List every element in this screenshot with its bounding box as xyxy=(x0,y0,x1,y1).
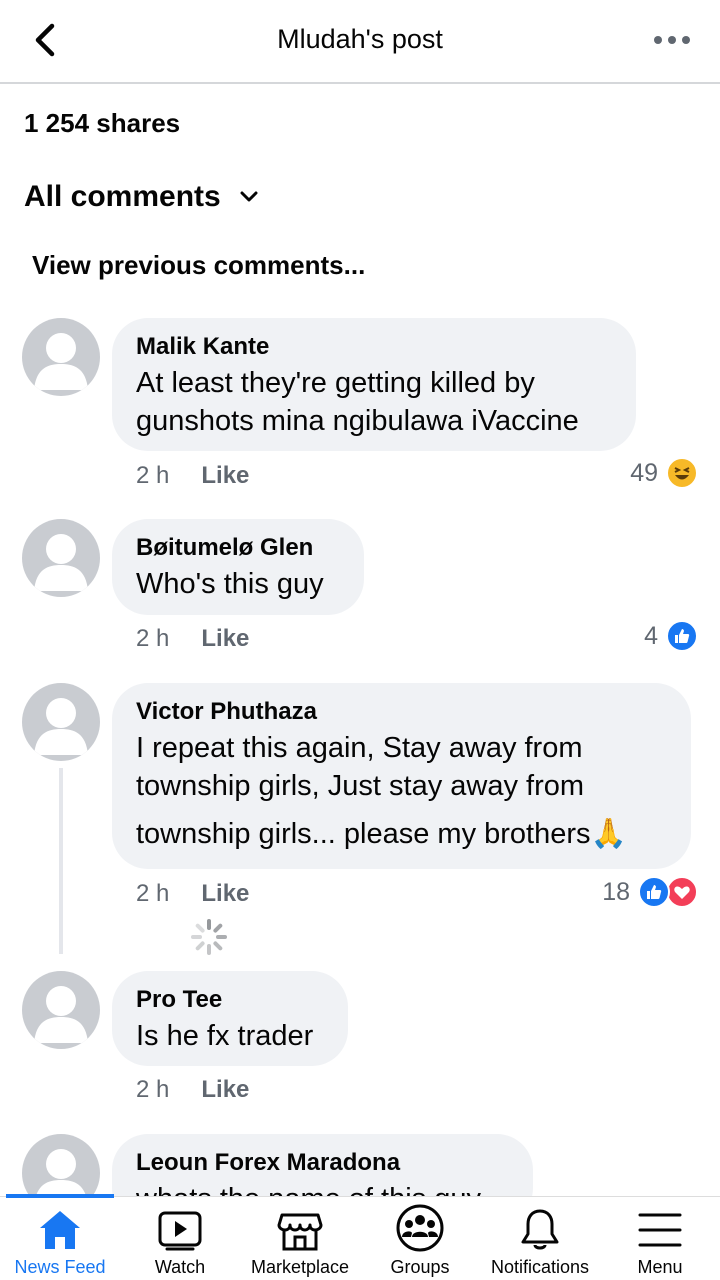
reaction-count: 49 xyxy=(630,458,658,487)
more-dots-icon xyxy=(654,36,690,44)
comment-time: 2 h xyxy=(136,1076,170,1103)
like-button[interactable]: Like xyxy=(201,462,249,490)
comment-bubble[interactable]: Bøitumelø Glen Who's this guy xyxy=(112,519,364,615)
marketplace-icon xyxy=(277,1213,323,1251)
tab-news-feed[interactable]: News Feed xyxy=(0,1197,120,1280)
tab-label: Marketplace xyxy=(250,1257,350,1277)
comment-time: 2 h xyxy=(136,625,170,652)
reaction-summary[interactable]: 18 xyxy=(602,876,698,908)
avatar[interactable] xyxy=(22,519,100,597)
menu-icon xyxy=(638,1213,682,1247)
comment-text-line: Who's this guy xyxy=(136,568,324,600)
tab-marketplace[interactable]: Marketplace xyxy=(240,1197,360,1280)
comment-bubble[interactable]: Pro Tee Is he fx trader xyxy=(112,971,348,1066)
comment-meta: 2 h Like xyxy=(136,625,249,653)
page-title: Mludah's post xyxy=(277,24,443,54)
tab-watch[interactable]: Watch xyxy=(120,1197,240,1280)
comment-text: Is he fx trader xyxy=(136,1017,324,1055)
reaction-summary[interactable]: 49 xyxy=(630,457,698,489)
comment-text-line: Is he fx trader xyxy=(136,1020,314,1052)
avatar[interactable] xyxy=(22,971,100,1049)
like-button[interactable]: Like xyxy=(201,880,249,908)
comment-text-line: gunshots mina ngibulawa iVaccine xyxy=(136,405,579,437)
comments-filter-dropdown[interactable]: All comments xyxy=(24,180,259,214)
tab-label: News Feed xyxy=(14,1257,106,1277)
comment-bubble[interactable]: Malik Kante At least they're getting kil… xyxy=(112,318,636,451)
comment-meta: 2 h Like xyxy=(136,462,249,490)
comment-text-line: township girls... please my brothers🙏 xyxy=(136,818,627,850)
comment-author[interactable]: Leoun Forex Maradona xyxy=(136,1148,509,1178)
loading-spinner-icon xyxy=(190,918,228,956)
comment-author[interactable]: Victor Phuthaza xyxy=(136,697,667,727)
avatar[interactable] xyxy=(22,683,100,761)
watch-icon xyxy=(158,1211,202,1251)
comment-meta: 2 h Like xyxy=(136,880,249,908)
comment-meta: 2 h Like xyxy=(136,1076,249,1104)
comment-author[interactable]: Pro Tee xyxy=(136,985,324,1015)
groups-icon xyxy=(396,1204,444,1252)
comment-text-line: I repeat this again, Stay away from xyxy=(136,732,583,764)
comments-filter-label: All comments xyxy=(24,180,221,213)
thread-line xyxy=(59,768,63,954)
tab-label: Notifications xyxy=(490,1257,590,1277)
comment-author[interactable]: Bøitumelø Glen xyxy=(136,533,340,563)
more-options-button[interactable] xyxy=(652,22,692,58)
top-bar: Mludah's post xyxy=(0,0,720,84)
tab-label: Watch xyxy=(154,1257,206,1277)
tab-label: Groups xyxy=(390,1257,450,1277)
comment-text: Who's this guy xyxy=(136,565,340,603)
comment-time: 2 h xyxy=(136,880,170,907)
haha-reaction-icon xyxy=(666,457,698,489)
tab-groups[interactable]: Groups xyxy=(360,1197,480,1280)
chevron-down-icon xyxy=(240,191,258,202)
tab-notifications[interactable]: Notifications xyxy=(480,1197,600,1280)
bottom-tab-bar: News Feed Watch Marketplace Groups Notif… xyxy=(0,1196,720,1280)
comment-text-line: township girls, Just stay away from xyxy=(136,770,585,802)
comment-bubble[interactable]: Victor Phuthaza I repeat this again, Sta… xyxy=(112,683,691,869)
bell-icon xyxy=(521,1209,559,1250)
love-reaction-icon xyxy=(666,876,698,908)
comment-author[interactable]: Malik Kante xyxy=(136,332,612,362)
like-button[interactable]: Like xyxy=(201,625,249,653)
comment-text-line: At least they're getting killed by xyxy=(136,367,535,399)
reaction-summary[interactable]: 4 xyxy=(644,620,698,652)
tab-menu[interactable]: Menu xyxy=(600,1197,720,1280)
comment-text: I repeat this again, Stay away from town… xyxy=(136,729,667,853)
reaction-count: 4 xyxy=(644,621,658,650)
like-button[interactable]: Like xyxy=(201,1076,249,1104)
avatar[interactable] xyxy=(22,318,100,396)
comment-time: 2 h xyxy=(136,462,170,489)
home-icon xyxy=(40,1211,80,1249)
like-reaction-icon xyxy=(666,620,698,652)
comment-text: At least they're getting killed by gunsh… xyxy=(136,364,612,440)
view-previous-comments-link[interactable]: View previous comments... xyxy=(32,250,365,281)
like-reaction-icon xyxy=(638,876,670,908)
active-tab-indicator xyxy=(6,1194,114,1198)
reaction-count: 18 xyxy=(602,877,630,906)
shares-count[interactable]: 1 254 shares xyxy=(24,108,180,139)
tab-label: Menu xyxy=(637,1257,683,1277)
